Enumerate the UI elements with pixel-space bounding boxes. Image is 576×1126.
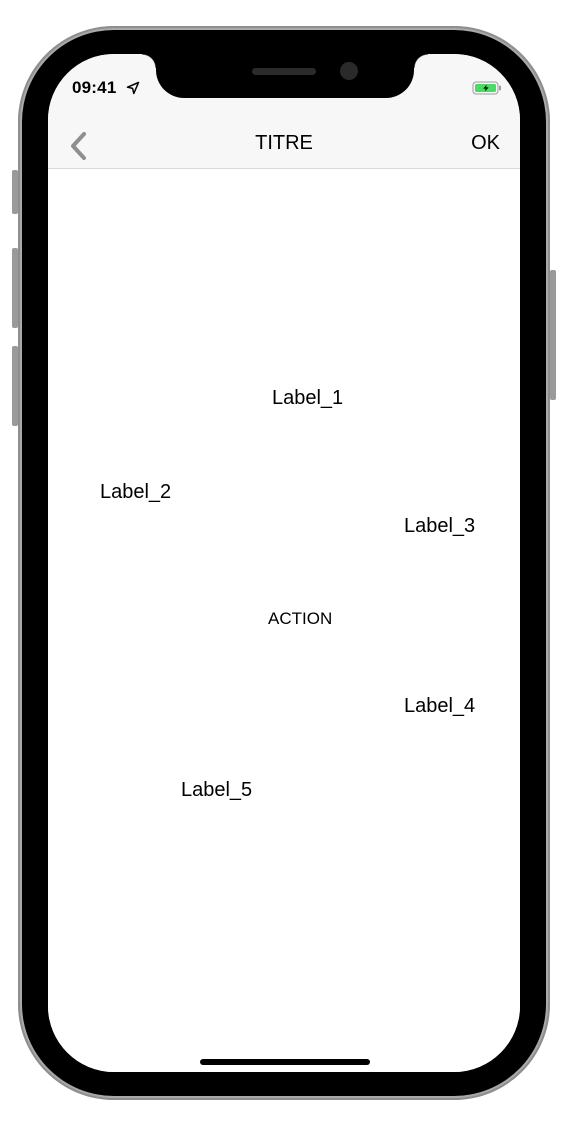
navigation-bar: TITRE OK xyxy=(48,122,520,169)
label-1: Label_1 xyxy=(272,387,344,409)
battery-charging-icon xyxy=(472,81,501,95)
action-button[interactable]: ACTION xyxy=(268,609,332,629)
label-3: Label_3 xyxy=(404,515,476,537)
silent-switch xyxy=(12,170,18,214)
front-camera xyxy=(340,62,358,80)
label-2: Label_2 xyxy=(100,481,172,503)
home-indicator[interactable] xyxy=(200,1059,370,1065)
volume-down-button xyxy=(12,346,18,426)
volume-up-button xyxy=(12,248,18,328)
power-button xyxy=(550,270,556,400)
main-content: Label_1 Label_2 Label_3 ACTION Label_4 L… xyxy=(48,169,520,1072)
screen: 09:41 TITRE OK Label_1 Label_2 Label_3 A… xyxy=(48,54,520,1072)
status-time: 09:41 xyxy=(72,78,117,97)
notch xyxy=(142,54,428,98)
label-4: Label_4 xyxy=(404,695,476,717)
label-5: Label_5 xyxy=(181,779,253,801)
ok-button[interactable]: OK xyxy=(471,132,500,155)
speaker-grille xyxy=(252,68,316,75)
location-arrow-icon xyxy=(126,81,140,95)
page-title: TITRE xyxy=(255,132,313,154)
